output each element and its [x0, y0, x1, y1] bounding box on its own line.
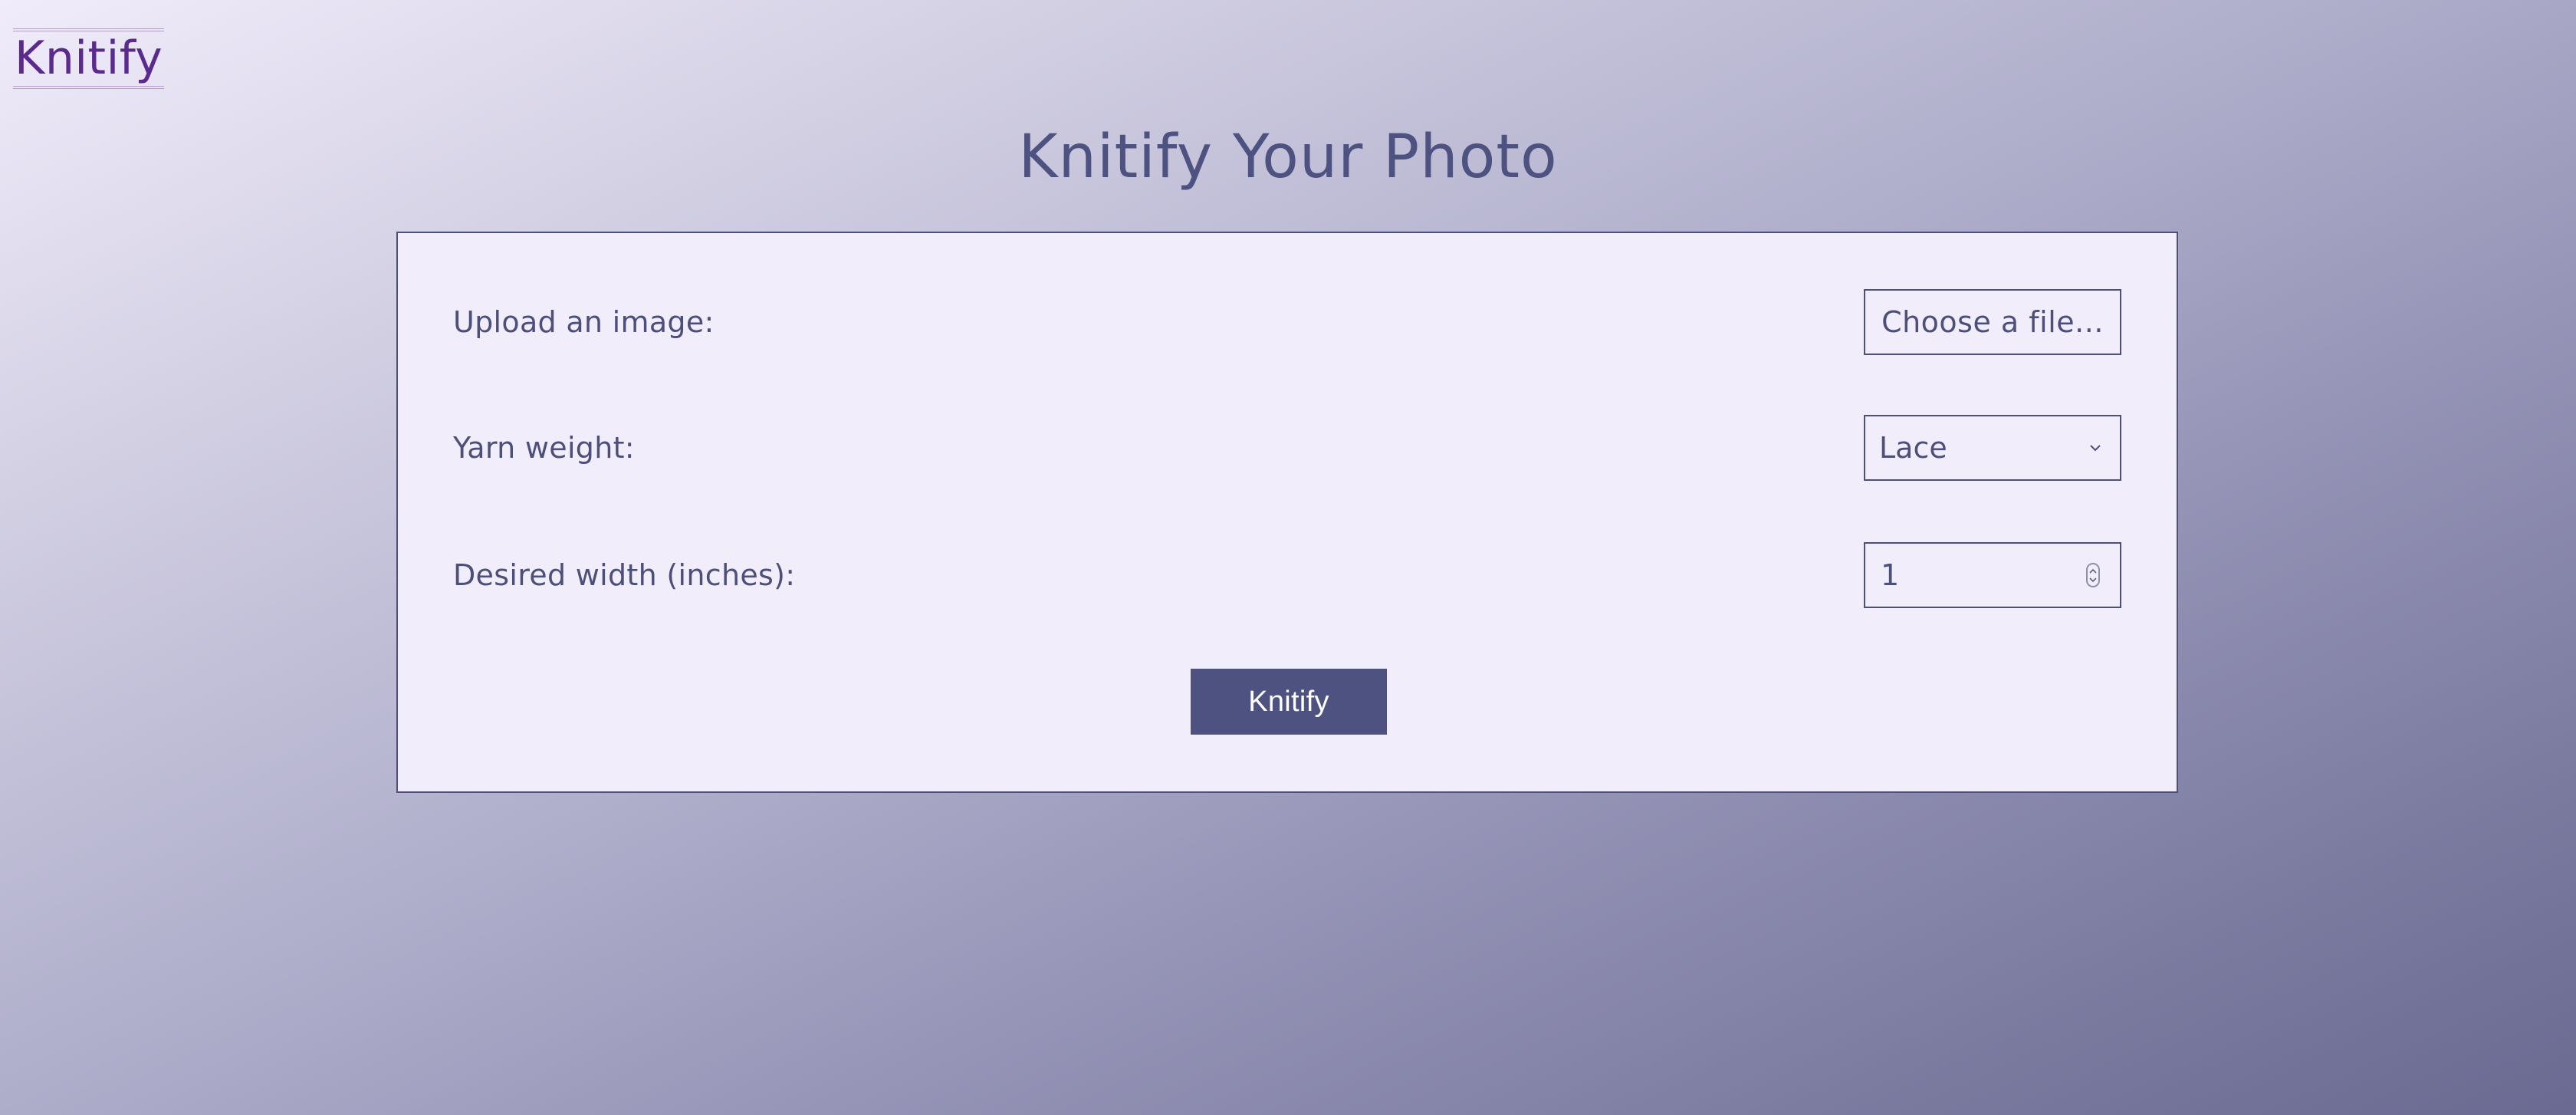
yarn-weight-label: Yarn weight:: [453, 431, 635, 465]
knitify-form: Upload an image: Choose a file... Yarn w…: [396, 232, 2178, 793]
logo-link[interactable]: Knitify: [13, 28, 165, 89]
desired-width-label: Desired width (inches):: [453, 558, 796, 592]
upload-label: Upload an image:: [453, 305, 715, 339]
knitify-submit-button[interactable]: Knitify: [1191, 669, 1387, 735]
yarn-weight-row: Yarn weight: Lace: [453, 415, 2121, 481]
spinner-down-arrow-icon[interactable]: [2089, 577, 2097, 582]
spinner-up-arrow-icon[interactable]: [2089, 568, 2097, 574]
spinner-icon[interactable]: [2086, 563, 2100, 587]
desired-width-value: 1: [1881, 558, 1900, 592]
desired-width-input[interactable]: 1: [1864, 542, 2121, 608]
upload-row: Upload an image: Choose a file...: [453, 289, 2121, 355]
choose-file-button[interactable]: Choose a file...: [1864, 289, 2121, 355]
yarn-weight-select[interactable]: Lace: [1864, 415, 2121, 481]
page-title: Knitify Your Photo: [1018, 123, 1558, 192]
choose-file-label: Choose a file...: [1881, 305, 2104, 339]
yarn-weight-selected-value: Lace: [1879, 431, 1947, 465]
desired-width-row: Desired width (inches): 1: [453, 542, 2121, 608]
chevron-down-icon: [2090, 445, 2101, 452]
